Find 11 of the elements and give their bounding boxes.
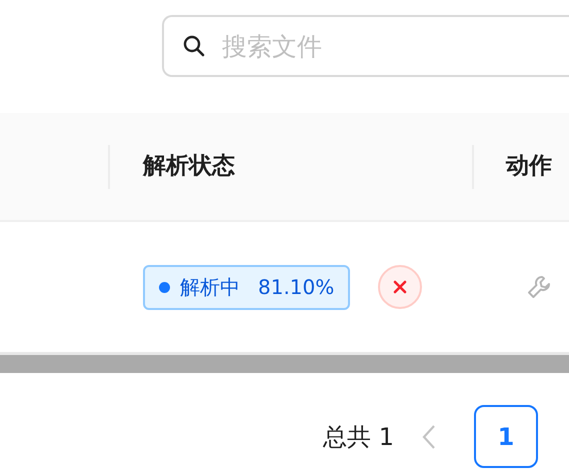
wrench-icon[interactable] xyxy=(526,274,552,300)
close-icon xyxy=(392,279,408,295)
scrollbar[interactable] xyxy=(0,352,569,373)
search-icon xyxy=(182,34,206,58)
total-count: 总共 1 xyxy=(323,422,394,452)
column-header: 动作 xyxy=(506,152,552,182)
column-header: 解析状态 xyxy=(143,152,235,182)
search-field[interactable]: 搜索文件 xyxy=(162,15,569,77)
status-tag: 解析中 81.10% xyxy=(143,264,350,310)
page-button[interactable]: 1 xyxy=(474,405,538,468)
cancel-button[interactable] xyxy=(378,265,422,309)
